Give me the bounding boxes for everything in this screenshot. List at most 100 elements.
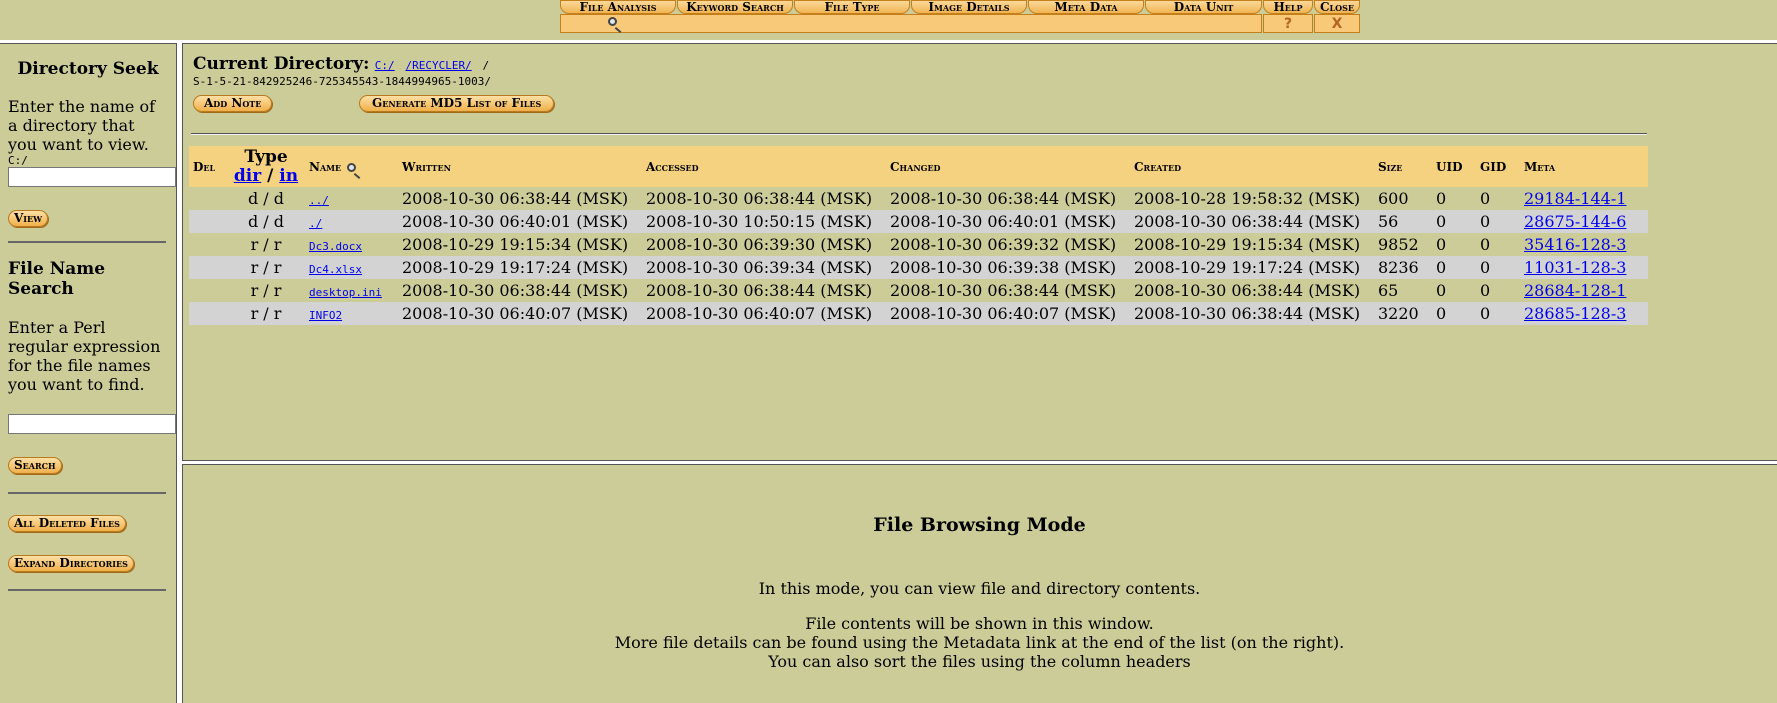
col-uid[interactable]: UID [1432, 146, 1476, 187]
written-cell: 2008-10-30 06:40:01 (MSK) [398, 210, 642, 233]
left-panel: Directory Seek Enter the name of a direc… [8, 45, 176, 591]
name-cell: INFO2 [305, 302, 398, 325]
written-cell: 2008-10-30 06:38:44 (MSK) [402, 281, 629, 300]
uid-cell: 0 [1432, 210, 1476, 233]
col-gid[interactable]: GID [1476, 146, 1520, 187]
col-size[interactable]: Size [1374, 146, 1432, 187]
tab-help[interactable]: Help [1263, 0, 1313, 14]
gid-cell: 0 [1480, 281, 1491, 300]
col-accessed[interactable]: Accessed [642, 146, 886, 187]
table-row: r / r desktop.ini 2008-10-30 06:38:44 (M… [189, 279, 1648, 302]
changed-cell: 2008-10-30 06:38:44 (MSK) [890, 281, 1117, 300]
meta-cell: 29184-144-1 [1520, 187, 1648, 210]
size-cell: 65 [1378, 281, 1399, 300]
tab-keyword-search[interactable]: Keyword Search [677, 0, 793, 14]
tab-image-details[interactable]: Image Details [911, 0, 1027, 14]
col-name-label[interactable]: Name [309, 160, 341, 174]
created-cell: 2008-10-30 06:38:44 (MSK) [1130, 210, 1374, 233]
type-separator: / [267, 165, 274, 186]
content-divider [191, 133, 1647, 135]
current-directory: Current Directory: C:/ /RECYCLER/ / [193, 54, 489, 74]
close-icon[interactable]: X [1314, 14, 1360, 33]
col-changed[interactable]: Changed [886, 146, 1130, 187]
name-cell: ../ [305, 187, 398, 210]
path-link-recycler[interactable]: /RECYCLER/ [405, 59, 471, 72]
path-link-root[interactable]: C:/ [375, 59, 395, 72]
tab-data-unit[interactable]: Data Unit [1145, 0, 1262, 14]
left-divider-3 [8, 589, 166, 591]
info-title: File Browsing Mode [873, 514, 1086, 536]
created-cell: 2008-10-30 06:38:44 (MSK) [1134, 281, 1361, 300]
tab-file-type[interactable]: File Type [794, 0, 910, 14]
tab-meta-data[interactable]: Meta Data [1028, 0, 1144, 14]
meta-link[interactable]: 29184-144-1 [1524, 189, 1626, 208]
size-cell: 3220 [1374, 302, 1432, 325]
table-row: r / r Dc3.docx 2008-10-29 19:15:34 (MSK)… [189, 233, 1648, 256]
horizontal-frame-divider[interactable] [182, 460, 1777, 465]
tab-close[interactable]: Close [1314, 0, 1360, 14]
accessed-cell: 2008-10-30 06:39:34 (MSK) [642, 256, 886, 279]
col-del[interactable]: Del [189, 146, 227, 187]
uid-cell: 0 [1432, 302, 1476, 325]
accessed-cell: 2008-10-30 06:38:44 (MSK) [646, 281, 873, 300]
size-cell: 56 [1374, 210, 1432, 233]
expand-directories-button[interactable]: Expand Directories [8, 555, 134, 572]
file-link[interactable]: ../ [309, 194, 329, 207]
gid-cell: 0 [1476, 302, 1520, 325]
written-cell: 2008-10-29 19:15:34 (MSK) [402, 235, 629, 254]
tab-file-analysis[interactable]: File Analysis [560, 0, 676, 14]
col-written[interactable]: Written [398, 146, 642, 187]
type-cell: r / r [227, 302, 305, 325]
meta-link[interactable]: 35416-128-3 [1524, 235, 1626, 254]
type-cell: r / r [250, 235, 282, 254]
magnifier-icon[interactable] [608, 17, 617, 26]
accessed-cell: 2008-10-30 06:40:07 (MSK) [642, 302, 886, 325]
generate-md5-button[interactable]: Generate MD5 List of Files [359, 95, 555, 112]
col-meta[interactable]: Meta [1520, 146, 1648, 187]
col-created[interactable]: Created [1130, 146, 1374, 187]
size-cell: 600 [1378, 189, 1409, 208]
directory-input[interactable] [8, 167, 176, 187]
file-analysis-strip [560, 14, 1262, 33]
all-deleted-files-button[interactable]: All Deleted Files [8, 515, 126, 532]
col-name[interactable]: Name [305, 146, 398, 187]
del-cell [189, 233, 227, 256]
sort-in-link[interactable]: in [279, 166, 298, 186]
add-note-button[interactable]: Add Note [193, 95, 273, 112]
name-cell: Dc3.docx [305, 233, 398, 256]
name-cell: desktop.ini [305, 279, 398, 302]
sort-dir-link[interactable]: dir [234, 166, 261, 186]
gid-cell: 0 [1476, 256, 1520, 279]
left-divider-1 [8, 241, 166, 243]
info-line-2a: File contents will be shown in this wind… [805, 614, 1154, 633]
file-link[interactable]: Dc3.docx [309, 240, 362, 253]
file-link[interactable]: ./ [309, 217, 322, 230]
type-cell: d / d [227, 210, 305, 233]
type-cell: r / r [250, 281, 282, 300]
meta-link[interactable]: 11031-128-3 [1524, 258, 1626, 277]
search-button[interactable]: Search [8, 457, 62, 474]
del-cell [189, 187, 227, 210]
path-separator: / [482, 59, 490, 72]
uid-cell: 0 [1436, 235, 1447, 254]
meta-link[interactable]: 28684-128-1 [1524, 281, 1626, 300]
table-row: r / r Dc4.xlsx 2008-10-29 19:17:24 (MSK)… [189, 256, 1648, 279]
name-search-icon[interactable] [347, 162, 357, 172]
col-type: Type dir / in [227, 146, 305, 187]
meta-cell: 28675-144-6 [1520, 210, 1648, 233]
meta-link[interactable]: 28675-144-6 [1524, 212, 1626, 231]
created-cell: 2008-10-29 19:15:34 (MSK) [1134, 235, 1361, 254]
file-link[interactable]: Dc4.xlsx [309, 263, 362, 276]
col-type-label: Type [244, 146, 288, 167]
uid-cell: 0 [1432, 256, 1476, 279]
meta-link[interactable]: 28685-128-3 [1524, 304, 1626, 323]
directory-default-path: C:/ [8, 154, 28, 167]
view-button[interactable]: View [8, 210, 49, 227]
file-link[interactable]: INFO2 [309, 309, 342, 322]
help-icon[interactable]: ? [1263, 14, 1313, 33]
info-line-2b: More file details can be found using the… [614, 633, 1345, 652]
file-name-search-input[interactable] [8, 414, 176, 434]
del-cell [189, 256, 227, 279]
file-link[interactable]: desktop.ini [309, 286, 382, 299]
type-cell: d / d [247, 189, 285, 208]
